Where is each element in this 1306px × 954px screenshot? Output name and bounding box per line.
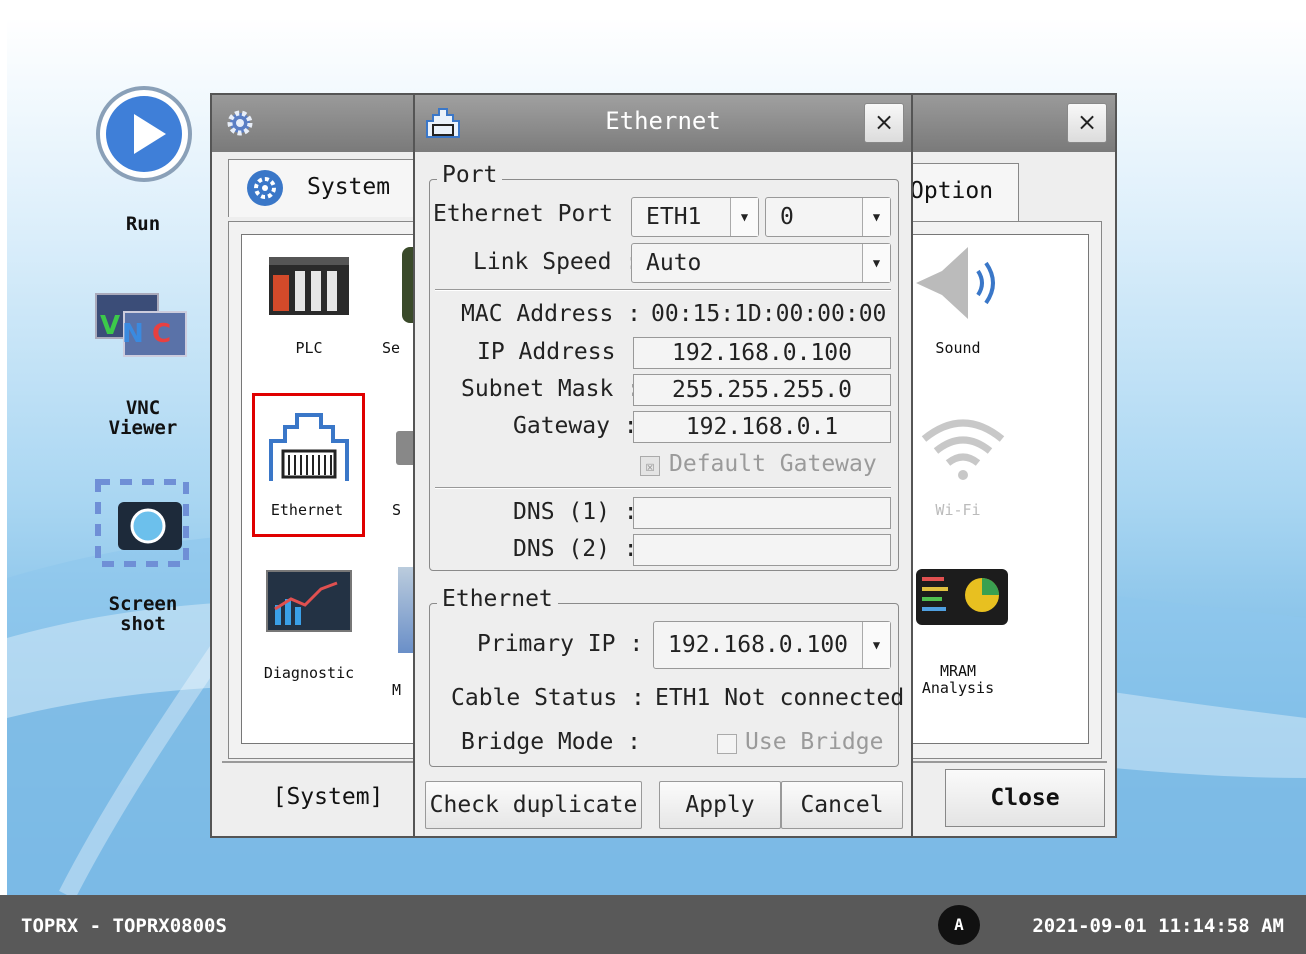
ethernet-port-label: Ethernet Port : <box>433 201 641 227</box>
tile-sound-label: Sound <box>935 339 981 357</box>
subnet-mask-field[interactable]: 255.255.255.0 <box>633 374 891 406</box>
cable-status-label: Cable Status : <box>451 685 645 711</box>
port-divider-2 <box>435 487 891 489</box>
check-duplicate-button[interactable]: Check duplicate <box>425 781 642 829</box>
tab-option-label: Option <box>910 178 994 204</box>
taskbar: TOPRX - TOPRX0800S A 2021-09-01 11:14:58… <box>0 895 1306 954</box>
dns1-field[interactable] <box>633 497 891 529</box>
default-gateway-checkbox[interactable]: ☒ <box>640 456 660 476</box>
play-icon <box>96 86 192 182</box>
system-gear-icon <box>247 170 283 206</box>
tile-mram-label: MRAM Analysis <box>921 662 995 697</box>
run-label: Run <box>125 213 161 235</box>
speaker-icon <box>916 247 995 319</box>
chevron-down-icon: ▼ <box>730 198 758 236</box>
primary-ip-value: 192.168.0.100 <box>668 632 849 658</box>
system-close-icon[interactable]: × <box>1067 103 1107 143</box>
primary-ip-label: Primary IP : <box>477 631 644 657</box>
wifi-icon <box>921 419 1005 480</box>
tile-partial-s-label: S <box>392 501 402 519</box>
vnc-viewer-label: VNC Viewer <box>108 397 178 439</box>
link-speed-value: Auto <box>646 250 702 276</box>
ethernet-close-icon[interactable]: × <box>864 103 904 143</box>
tile-partial-se-label: Se <box>382 339 401 357</box>
svg-text:C: C <box>152 319 171 349</box>
dns2-field[interactable] <box>633 534 891 566</box>
svg-text:V: V <box>100 311 120 341</box>
use-bridge-checkbox[interactable] <box>717 734 737 754</box>
diagnostic-chart-icon <box>266 570 352 632</box>
ethernet-port-icon <box>269 413 349 481</box>
gateway-field[interactable]: 192.168.0.1 <box>633 411 891 443</box>
ip-address-label: IP Address : <box>477 339 644 365</box>
mac-address-label: MAC Address : <box>461 301 642 327</box>
screenshot-label: Screen shot <box>108 593 178 635</box>
use-bridge-label: Use Bridge <box>745 729 884 755</box>
ethernet-dialog-titlebar: Ethernet × <box>415 95 911 152</box>
tab-option[interactable]: Option <box>909 163 1019 221</box>
svg-text:N: N <box>122 319 144 349</box>
device-model-text: TOPRX - TOPRX0800S <box>21 915 227 937</box>
datetime-text: 2021-09-01 11:14:58 AM <box>1032 915 1284 937</box>
ethernet-dialog-title: Ethernet <box>605 107 721 135</box>
bridge-mode-label: Bridge Mode : <box>461 729 642 755</box>
port-divider-1 <box>435 289 891 291</box>
apply-button[interactable]: Apply <box>659 781 781 829</box>
ethernet-group-title: Ethernet <box>437 586 558 612</box>
chevron-down-icon: ▼ <box>862 622 890 668</box>
plc-icon <box>269 257 349 315</box>
ethernet-port-value: ETH1 <box>646 204 702 230</box>
tile-diagnostic-label: Diagnostic <box>263 664 355 682</box>
tab-system-label: System <box>307 174 391 200</box>
system-section-label: [System] <box>272 784 384 810</box>
camera-icon <box>95 479 189 567</box>
primary-ip-select[interactable]: 192.168.0.100 ▼ <box>653 621 891 669</box>
ethernet-port-index-value: 0 <box>780 204 794 230</box>
chevron-down-icon: ▼ <box>862 198 890 236</box>
mac-address-value: 00:15:1D:00:00:00 <box>651 301 887 327</box>
subnet-mask-label: Subnet Mask : <box>461 376 642 402</box>
system-close-button[interactable]: Close <box>945 769 1105 827</box>
ethernet-port-select[interactable]: ETH1 ▼ <box>631 197 759 237</box>
chevron-down-icon: ▼ <box>862 244 890 282</box>
gateway-label: Gateway : <box>513 413 638 439</box>
link-speed-select[interactable]: Auto ▼ <box>631 243 891 283</box>
tile-ethernet-label: Ethernet <box>270 501 344 519</box>
port-group-title: Port <box>437 162 503 188</box>
link-speed-label: Link Speed : <box>473 249 640 275</box>
settings-gear-icon <box>227 110 253 136</box>
mram-analysis-icon <box>916 569 1008 625</box>
tile-partial-m-label: M <box>392 681 402 699</box>
default-gateway-label: Default Gateway <box>669 451 877 477</box>
ip-address-field[interactable]: 192.168.0.100 <box>633 337 891 369</box>
dns1-label: DNS (1) : <box>513 499 638 525</box>
ethernet-dialog: Ethernet × Port Ethernet Port : ETH1 ▼ 0… <box>413 93 913 838</box>
ethernet-port-index-select[interactable]: 0 ▼ <box>765 197 891 237</box>
tab-system[interactable]: System <box>228 159 418 217</box>
account-badge[interactable]: A <box>938 905 980 945</box>
tile-wifi-label: Wi-Fi <box>935 501 981 519</box>
dns2-label: DNS (2) : <box>513 536 638 562</box>
vnc-icon: V N C <box>95 293 187 357</box>
tile-plc-label: PLC <box>295 339 323 357</box>
cable-status-value: ETH1 Not connected <box>655 685 905 711</box>
cancel-button[interactable]: Cancel <box>781 781 903 829</box>
